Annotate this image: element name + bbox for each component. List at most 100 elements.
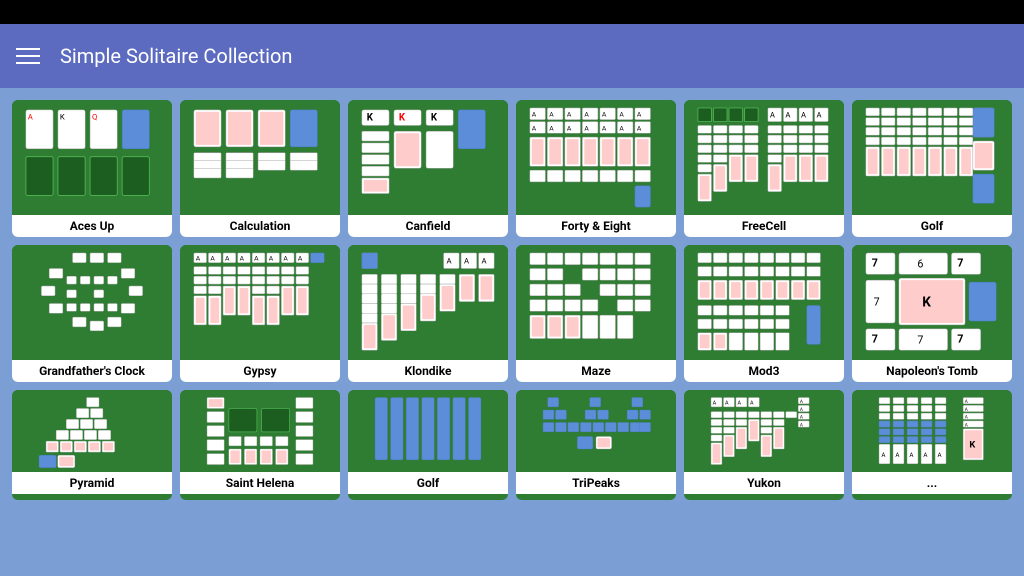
game-label-calculation: Calculation <box>180 215 340 237</box>
game-label-maze: Maze <box>516 360 676 382</box>
game-card-golf2[interactable]: Golf <box>348 390 508 500</box>
top-bar <box>0 0 1024 24</box>
game-label-grandfathers-clock: Grandfather's Clock <box>12 360 172 382</box>
svg-text:A: A <box>800 407 803 413</box>
svg-text:A: A <box>567 111 572 119</box>
game-label-yukon: Yukon <box>684 472 844 494</box>
svg-text:A: A <box>482 257 487 266</box>
svg-text:A: A <box>464 257 469 266</box>
svg-text:A: A <box>283 255 288 263</box>
game-label-napoleons-tomb: Napoleon's Tomb <box>852 360 1012 382</box>
game-label-klondike: Klondike <box>348 360 508 382</box>
svg-text:A: A <box>567 124 572 132</box>
svg-text:A: A <box>937 451 941 459</box>
svg-text:A: A <box>28 113 33 122</box>
svg-text:A: A <box>532 111 537 119</box>
svg-text:A: A <box>965 415 968 421</box>
game-label-tripeaks: TriPeaks <box>516 472 676 494</box>
svg-text:7: 7 <box>872 257 878 270</box>
svg-text:A: A <box>298 255 303 263</box>
content: A K Q Aces Up <box>0 88 1024 500</box>
game-label-aces-up: Aces Up <box>12 215 172 237</box>
svg-text:A: A <box>196 255 201 263</box>
games-row-3: Pyramid <box>12 390 1012 500</box>
svg-text:6: 6 <box>917 258 923 271</box>
svg-text:A: A <box>713 401 717 407</box>
svg-text:A: A <box>619 124 624 132</box>
svg-text:A: A <box>800 399 803 405</box>
svg-text:K: K <box>399 113 406 124</box>
svg-text:A: A <box>923 451 927 459</box>
game-label-extra: ... <box>852 472 1012 494</box>
svg-text:A: A <box>619 111 624 119</box>
svg-text:K: K <box>969 439 975 450</box>
svg-text:K: K <box>922 294 931 310</box>
svg-text:A: A <box>549 124 554 132</box>
game-label-freecell: FreeCell <box>684 215 844 237</box>
game-card-maze[interactable]: Maze <box>516 245 676 382</box>
game-card-gypsy[interactable]: A A A A A A A A <box>180 245 340 382</box>
svg-text:A: A <box>817 111 822 120</box>
svg-text:A: A <box>584 111 589 119</box>
game-card-yukon[interactable]: A A A A <box>684 390 844 500</box>
svg-text:A: A <box>801 111 806 120</box>
game-card-pyramid[interactable]: Pyramid <box>12 390 172 500</box>
svg-text:7: 7 <box>872 332 878 345</box>
svg-text:A: A <box>254 255 259 263</box>
svg-text:A: A <box>225 255 230 263</box>
game-card-forty-eight[interactable]: A A A A A A A A A <box>516 100 676 237</box>
game-label-gypsy: Gypsy <box>180 360 340 382</box>
svg-text:A: A <box>269 255 274 263</box>
svg-text:A: A <box>725 401 729 407</box>
game-label-mod3: Mod3 <box>684 360 844 382</box>
game-card-saint-helena[interactable]: Saint Helena <box>180 390 340 500</box>
svg-text:A: A <box>637 124 642 132</box>
game-card-aces-up[interactable]: A K Q Aces Up <box>12 100 172 237</box>
game-card-calculation[interactable]: Calculation <box>180 100 340 237</box>
game-card-extra[interactable]: A A A <box>852 390 1012 500</box>
game-card-freecell[interactable]: A A A A <box>684 100 844 237</box>
svg-text:A: A <box>637 111 642 119</box>
game-label-canfield: Canfield <box>348 215 508 237</box>
svg-text:A: A <box>602 124 607 132</box>
game-card-tripeaks[interactable]: TriPeaks <box>516 390 676 500</box>
svg-text:K: K <box>431 113 438 124</box>
game-label-pyramid: Pyramid <box>12 472 172 494</box>
game-card-grandfathers-clock[interactable]: Grandfather's Clock <box>12 245 172 382</box>
header: Simple Solitaire Collection <box>0 24 1024 88</box>
svg-text:A: A <box>446 257 451 266</box>
game-card-mod3[interactable]: Mod3 <box>684 245 844 382</box>
game-card-golf[interactable]: Golf <box>852 100 1012 237</box>
svg-text:A: A <box>602 111 607 119</box>
game-card-napoleons-tomb[interactable]: 7 7 7 7 6 7 <box>852 245 1012 382</box>
svg-text:7: 7 <box>957 332 963 345</box>
svg-text:A: A <box>549 111 554 119</box>
svg-text:7: 7 <box>874 295 880 308</box>
svg-text:A: A <box>965 407 968 413</box>
svg-text:A: A <box>738 401 742 407</box>
games-row-2: Grandfather's Clock A A A A A A <box>12 245 1012 382</box>
svg-text:Q: Q <box>92 113 97 122</box>
svg-text:A: A <box>800 422 803 428</box>
svg-text:A: A <box>800 415 803 421</box>
game-card-klondike[interactable]: A A A A <box>348 245 508 382</box>
svg-text:7: 7 <box>917 333 923 346</box>
svg-text:7: 7 <box>957 257 963 270</box>
app-title: Simple Solitaire Collection <box>60 44 292 68</box>
game-label-golf2: Golf <box>348 472 508 494</box>
svg-text:A: A <box>750 401 754 407</box>
hamburger-menu[interactable] <box>16 48 40 64</box>
svg-text:A: A <box>895 451 899 459</box>
svg-text:A: A <box>770 111 775 120</box>
svg-text:A: A <box>909 451 913 459</box>
svg-text:K: K <box>60 113 65 122</box>
svg-text:A: A <box>965 422 968 428</box>
svg-text:K: K <box>367 113 374 124</box>
game-card-canfield[interactable]: K K K <box>348 100 508 237</box>
svg-text:A: A <box>240 255 245 263</box>
svg-text:A: A <box>785 111 790 120</box>
game-label-saint-helena: Saint Helena <box>180 472 340 494</box>
games-row-1: A K Q Aces Up <box>12 100 1012 237</box>
svg-text:A: A <box>210 255 215 263</box>
svg-text:A: A <box>584 124 589 132</box>
